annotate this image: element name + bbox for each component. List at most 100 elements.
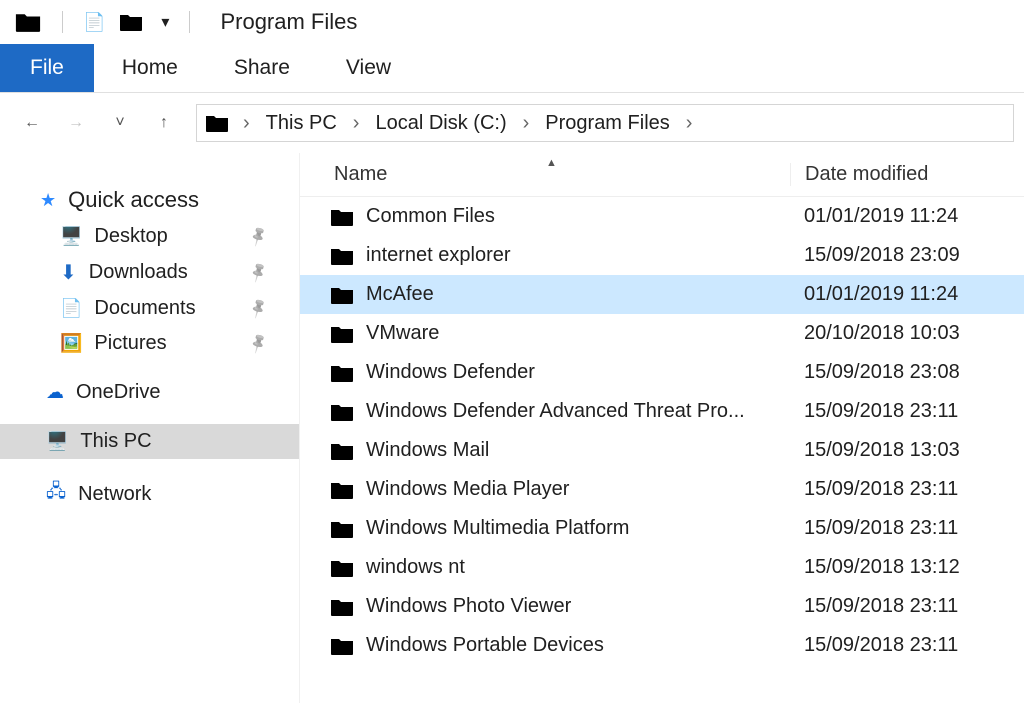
sort-ascending-icon: ▲ [546, 157, 557, 169]
onedrive-icon: ☁ [46, 382, 64, 403]
file-name: windows nt [366, 556, 465, 579]
sidebar-item-label: Downloads [89, 261, 188, 284]
file-name: McAfee [366, 283, 434, 306]
nav-back-button[interactable]: ← [20, 111, 44, 135]
ribbon-tab-share[interactable]: Share [206, 44, 318, 92]
folder-icon [330, 363, 354, 383]
file-name: Common Files [366, 205, 495, 228]
qat-dropdown-icon[interactable]: ▾ [161, 12, 169, 32]
table-row[interactable]: VMware20/10/2018 10:03 [300, 314, 1024, 353]
sidebar-item-label: Pictures [94, 332, 166, 355]
sidebar-network[interactable]: 🖧 Network [0, 473, 299, 515]
ribbon-tabs: File Home Share View [0, 44, 1024, 93]
sidebar-item-label: This PC [80, 430, 151, 453]
table-row[interactable]: Windows Photo Viewer15/09/2018 23:11 [300, 587, 1024, 626]
file-name: Windows Defender Advanced Threat Pro... [366, 400, 745, 423]
table-row[interactable]: Windows Portable Devices15/09/2018 23:11 [300, 626, 1024, 665]
table-row[interactable]: windows nt 15/09/2018 13:12 [300, 548, 1024, 587]
file-date: 15/09/2018 23:08 [790, 361, 1024, 384]
column-header-date[interactable]: Date modified [790, 163, 1024, 186]
file-date: 01/01/2019 11:24 [790, 283, 1024, 306]
ribbon-tab-view[interactable]: View [318, 44, 419, 92]
breadcrumb-this-pc[interactable]: This PC [264, 112, 339, 135]
new-folder-icon[interactable] [119, 12, 143, 32]
main-area: ★ Quick access 🖥️ Desktop ⬇ Downloads 📄 … [0, 153, 1024, 703]
titlebar-divider [62, 11, 63, 33]
table-row[interactable]: Windows Defender 15/09/2018 23:08 [300, 353, 1024, 392]
sidebar-item-label: Documents [94, 297, 195, 320]
file-date: 15/09/2018 23:11 [790, 400, 1024, 423]
table-row[interactable]: Windows Media Player 15/09/2018 23:11 [300, 470, 1024, 509]
sidebar-onedrive[interactable]: ☁ OneDrive [0, 375, 299, 410]
sidebar-item-label: Quick access [68, 187, 199, 213]
file-date: 15/09/2018 13:12 [790, 556, 1024, 579]
column-header: ▲ Name Date modified [300, 153, 1024, 197]
file-date: 15/09/2018 23:11 [790, 634, 1024, 657]
this-pc-icon: 🖥️ [46, 431, 68, 452]
chevron-right-icon[interactable]: › [345, 112, 368, 135]
sidebar-item-label: Desktop [94, 225, 167, 248]
file-list-pane: ▲ Name Date modified Common Files01/01/2… [300, 153, 1024, 703]
documents-icon: 📄 [60, 298, 82, 319]
star-icon: ★ [40, 190, 56, 211]
sidebar-item-pictures[interactable]: 🖼️ Pictures [0, 326, 299, 361]
properties-icon[interactable]: 📄 [83, 12, 105, 33]
folder-icon [330, 441, 354, 461]
sidebar-item-documents[interactable]: 📄 Documents [0, 291, 299, 326]
file-name: Windows Mail [366, 439, 489, 462]
folder-icon [330, 246, 354, 266]
file-date: 15/09/2018 13:03 [790, 439, 1024, 462]
folder-icon [330, 402, 354, 422]
address-bar[interactable]: › This PC › Local Disk (C:) › Program Fi… [196, 104, 1014, 142]
network-icon: 🖧 [46, 479, 66, 509]
breadcrumb-program-files[interactable]: Program Files [543, 112, 671, 135]
file-date: 15/09/2018 23:11 [790, 517, 1024, 540]
navigation-row: ← → ˅ ↑ › This PC › Local Disk (C:) › Pr… [0, 93, 1024, 153]
quick-access-toolbar: 📄 ▾ [83, 12, 169, 33]
sidebar-item-label: Network [78, 483, 151, 506]
table-row[interactable]: Windows Mail 15/09/2018 13:03 [300, 431, 1024, 470]
file-row-list: Common Files01/01/2019 11:24internet exp… [300, 197, 1024, 665]
downloads-icon: ⬇ [60, 260, 77, 285]
folder-icon [330, 207, 354, 227]
file-name: Windows Defender [366, 361, 535, 384]
titlebar: 📄 ▾ Program Files [0, 0, 1024, 44]
nav-up-button[interactable]: ↑ [152, 111, 176, 135]
breadcrumb-local-disk[interactable]: Local Disk (C:) [373, 112, 508, 135]
folder-icon [330, 558, 354, 578]
address-bar-folder-icon [205, 113, 229, 133]
file-name: Windows Multimedia Platform [366, 517, 629, 540]
ribbon-tab-home[interactable]: Home [94, 44, 206, 92]
sidebar-this-pc[interactable]: 🖥️ This PC [0, 424, 299, 459]
ribbon-tab-file[interactable]: File [0, 44, 94, 92]
desktop-icon: 🖥️ [60, 226, 82, 247]
navigation-pane: ★ Quick access 🖥️ Desktop ⬇ Downloads 📄 … [0, 153, 300, 703]
table-row[interactable]: Common Files01/01/2019 11:24 [300, 197, 1024, 236]
titlebar-divider-2 [189, 11, 190, 33]
folder-icon [330, 597, 354, 617]
column-header-name[interactable]: ▲ Name [300, 163, 790, 186]
file-date: 15/09/2018 23:09 [790, 244, 1024, 267]
file-name: Windows Photo Viewer [366, 595, 571, 618]
sidebar-item-downloads[interactable]: ⬇ Downloads [0, 254, 299, 291]
file-date: 20/10/2018 10:03 [790, 322, 1024, 345]
folder-icon [330, 480, 354, 500]
file-date: 15/09/2018 23:11 [790, 478, 1024, 501]
app-folder-icon [14, 11, 42, 33]
table-row[interactable]: internet explorer 15/09/2018 23:09 [300, 236, 1024, 275]
sidebar-item-desktop[interactable]: 🖥️ Desktop [0, 219, 299, 254]
table-row[interactable]: Windows Multimedia Platform 15/09/2018 23… [300, 509, 1024, 548]
chevron-right-icon[interactable]: › [678, 112, 701, 135]
folder-icon [330, 324, 354, 344]
nav-forward-button[interactable]: → [64, 111, 88, 135]
table-row[interactable]: McAfee 01/01/2019 11:24 [300, 275, 1024, 314]
chevron-right-icon[interactable]: › [235, 112, 258, 135]
table-row[interactable]: Windows Defender Advanced Threat Pro... 1… [300, 392, 1024, 431]
column-header-label: Name [334, 163, 387, 185]
nav-history-dropdown[interactable]: ˅ [108, 111, 132, 135]
file-name: Windows Media Player [366, 478, 569, 501]
chevron-right-icon[interactable]: › [515, 112, 538, 135]
sidebar-quick-access[interactable]: ★ Quick access [0, 181, 299, 219]
pictures-icon: 🖼️ [60, 333, 82, 354]
file-name: internet explorer [366, 244, 511, 267]
